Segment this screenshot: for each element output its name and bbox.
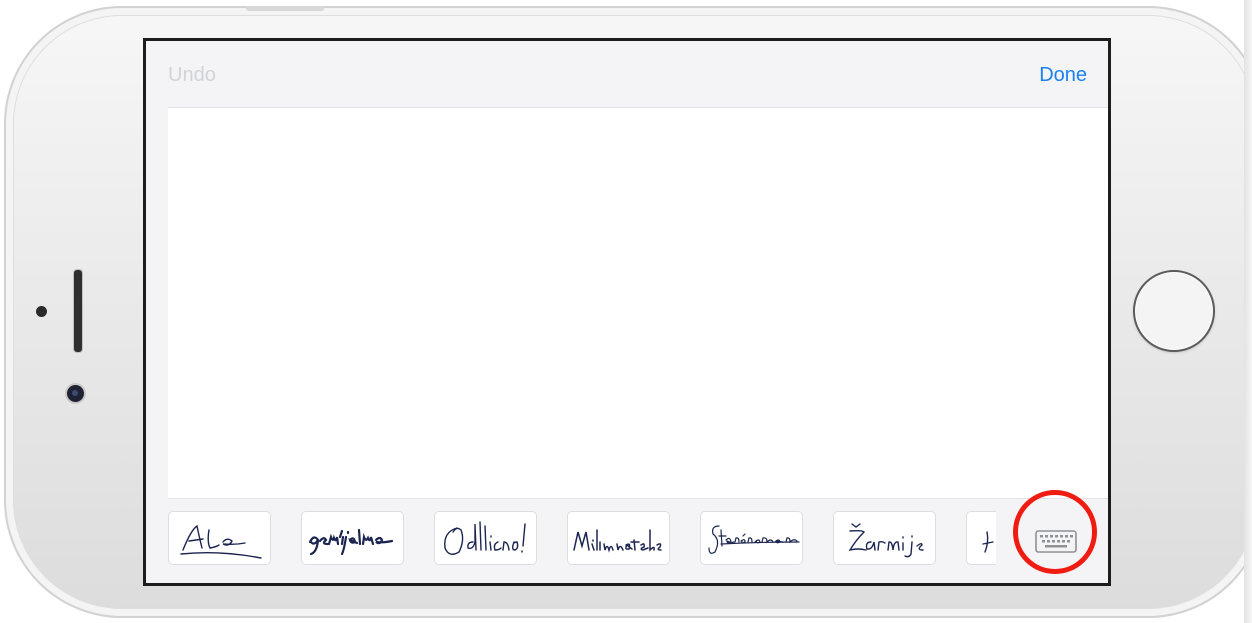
screen: Undo Done xyxy=(143,38,1111,586)
front-camera xyxy=(67,385,84,402)
signature-drawing xyxy=(444,521,526,555)
signature-drawing xyxy=(180,524,262,559)
signature-drawing xyxy=(982,531,994,553)
earpiece-speaker xyxy=(73,269,83,353)
saved-signature[interactable] xyxy=(434,511,537,565)
signature-drawing xyxy=(848,523,924,558)
signature-drawing xyxy=(308,528,394,556)
saved-signature[interactable] xyxy=(966,511,996,565)
proximity-sensor xyxy=(36,306,47,317)
saved-signature[interactable] xyxy=(567,511,670,565)
saved-signature[interactable] xyxy=(700,511,803,565)
done-button[interactable]: Done xyxy=(1039,64,1087,87)
signature-toolbar: Undo Done xyxy=(146,41,1108,107)
undo-button[interactable]: Undo xyxy=(168,64,216,87)
signature-drawing xyxy=(573,529,662,553)
power-button xyxy=(246,6,324,11)
signature-drawing xyxy=(708,525,800,554)
signature-canvas[interactable] xyxy=(168,107,1108,499)
saved-signature[interactable] xyxy=(168,511,271,565)
saved-signature[interactable] xyxy=(301,511,404,565)
phone-right-edge xyxy=(1244,0,1252,623)
home-button[interactable] xyxy=(1133,270,1215,352)
saved-signatures-strip[interactable] xyxy=(168,511,996,569)
highlight-circle xyxy=(1013,490,1097,574)
saved-signature[interactable] xyxy=(833,511,936,565)
